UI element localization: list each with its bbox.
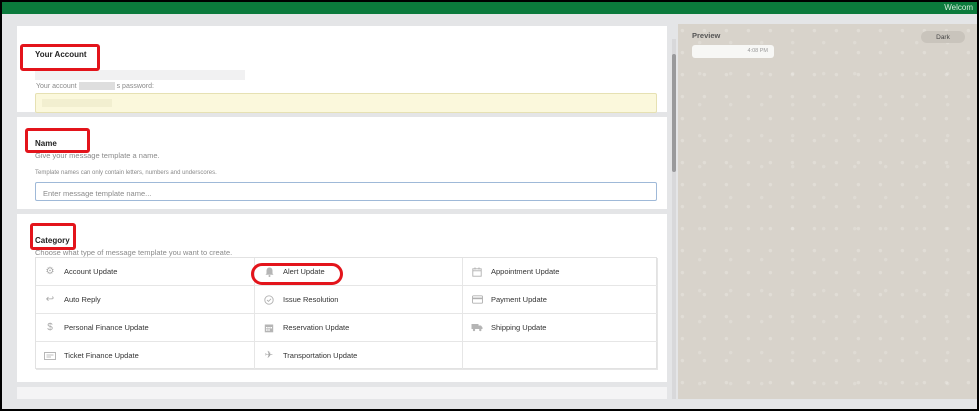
plane-icon: ✈ [264, 350, 274, 361]
category-option-appointment-update[interactable]: Appointment Update [463, 258, 658, 286]
empty-grid-cell [463, 342, 658, 370]
gear-icon: ⚙ [45, 266, 55, 277]
main-stage: Your Account Your account s password: Nam… [2, 14, 977, 409]
category-section: Category Choose what type of message tem… [17, 214, 667, 382]
category-option-reservation-update[interactable]: Reservation Update [255, 314, 463, 342]
welcome-text: Welcom [944, 3, 973, 12]
dark-mode-toggle[interactable]: Dark [921, 31, 965, 43]
blurred-account-name [78, 82, 115, 90]
category-option-auto-reply[interactable]: ↩ Auto Reply [36, 286, 255, 314]
top-bar: Welcom [2, 2, 977, 14]
name-section: Name Give your message template a name. … [17, 117, 667, 209]
category-option-ticket-finance-update[interactable]: Ticket Finance Update [36, 342, 255, 370]
calendar-icon [471, 266, 483, 278]
category-option-transportation-update[interactable]: ✈ Transportation Update [255, 342, 463, 370]
template-name-input[interactable] [36, 185, 656, 202]
calendar-grid-icon [263, 322, 275, 334]
blurred-password [42, 99, 112, 107]
category-option-payment-update[interactable]: Payment Update [463, 286, 658, 314]
preview-message-bubble: 4:08 PM [692, 45, 774, 58]
check-circle-icon [263, 294, 275, 306]
message-time: 4:08 PM [747, 48, 768, 54]
highlight-name-heading [25, 128, 90, 153]
credit-card-icon [471, 294, 483, 306]
template-form: Your Account Your account s password: Nam… [12, 24, 668, 399]
preview-title: Preview [692, 31, 721, 40]
ticket-icon [44, 350, 56, 362]
name-hint: Template names can only contain letters,… [35, 170, 217, 176]
template-name-field[interactable] [35, 182, 657, 202]
blurred-account-info [35, 70, 245, 80]
form-scrollbar-thumb[interactable] [672, 54, 676, 172]
password-field[interactable] [35, 93, 657, 113]
category-option-issue-resolution[interactable]: Issue Resolution [255, 286, 463, 314]
category-option-shipping-update[interactable]: Shipping Update [463, 314, 658, 342]
reply-icon: ↩ [45, 294, 55, 305]
highlight-alert-update [251, 263, 343, 285]
account-section: Your Account Your account s password: [17, 26, 667, 113]
truck-icon [471, 322, 483, 334]
category-grid: ⚙ Account Update Alert Update Appointmen… [35, 257, 658, 370]
password-label: Your account s password: [36, 82, 154, 90]
category-option-account-update[interactable]: ⚙ Account Update [36, 258, 255, 286]
category-option-personal-finance-update[interactable]: $ Personal Finance Update [36, 314, 255, 342]
dollar-icon: $ [47, 322, 53, 333]
preview-panel: Preview Dark 4:08 PM [678, 24, 977, 399]
highlight-category-heading [30, 223, 76, 250]
highlight-account-heading [20, 44, 100, 71]
next-section-edge [17, 387, 667, 399]
